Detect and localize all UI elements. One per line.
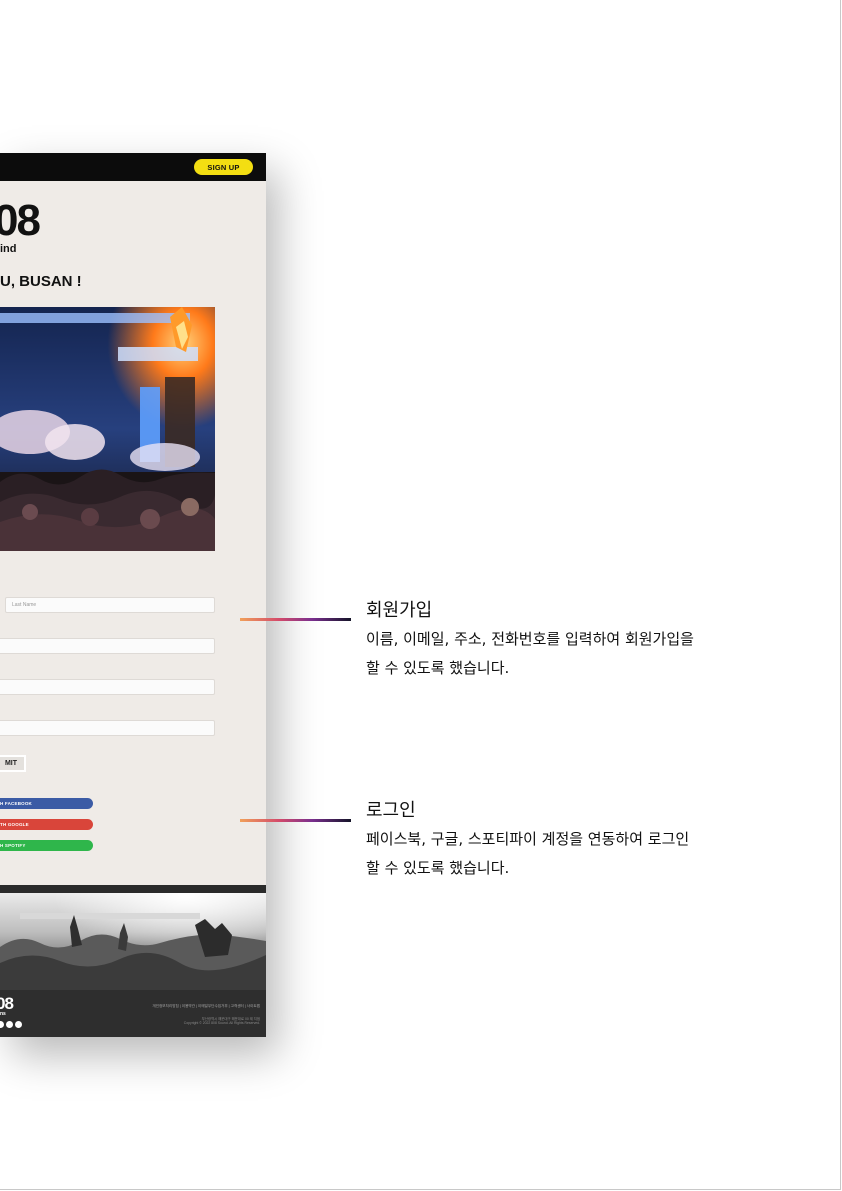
signup-annotation-title: 회원가입 — [366, 600, 433, 621]
facebook-icon[interactable] — [0, 1021, 4, 1028]
login-description-line2: 할 수 있도록 했습니다. — [366, 859, 510, 877]
submit-button[interactable]: MIT — [0, 755, 26, 772]
site-footer: 08 ns 개인정보처리방침 | 이용약관 | 이메일무단수집거부 | 고객센터… — [0, 990, 266, 1037]
login-description-line1: 페이스북, 구글, 스포티파이 계정을 연동하여 로그인 — [366, 830, 690, 848]
twitter-icon[interactable] — [6, 1021, 13, 1028]
site-logo: 08 — [0, 196, 41, 245]
concert-hero-image — [0, 307, 215, 551]
last-name-input[interactable]: Last Name — [5, 597, 215, 613]
login-connector-line — [240, 819, 351, 822]
facebook-login-button[interactable]: H FACEBOOK — [0, 798, 93, 809]
signup-connector-line — [240, 618, 351, 621]
page-headline: U, BUSAN ! — [0, 273, 82, 290]
footer-links[interactable]: 개인정보처리방침 | 이용약관 | 이메일무단수집거부 | 고객센터 | 사이트… — [152, 1004, 260, 1009]
footer-copyright: Copyright © 2022 808 Sound. All Rights R… — [183, 1021, 260, 1025]
sign-up-button[interactable]: SIGN UP — [194, 159, 253, 175]
address-input[interactable] — [0, 679, 215, 695]
google-login-button[interactable]: TH GOOGLE — [0, 819, 93, 830]
phone-input[interactable] — [0, 720, 215, 736]
footer-logo-sub: ns — [0, 1011, 6, 1017]
signup-description-line2: 할 수 있도록 했습니다. — [366, 659, 510, 677]
login-annotation-description: 페이스북, 구글, 스포티파이 계정을 연동하여 로그인 할 수 있도록 했습니… — [366, 825, 796, 883]
crowd-footer-image — [0, 885, 266, 990]
login-annotation-title: 로그인 — [366, 800, 416, 821]
site-logo-sub: ind — [0, 243, 17, 255]
email-input[interactable] — [0, 638, 215, 654]
spotify-login-button[interactable]: H SPOTIFY — [0, 840, 93, 851]
signup-description-line1: 이름, 이메일, 주소, 전화번호를 입력하여 회원가입을 — [366, 630, 694, 648]
signup-annotation-description: 이름, 이메일, 주소, 전화번호를 입력하여 회원가입을 할 수 있도록 했습… — [366, 625, 796, 683]
website-mockup: SIGN UP 08 ind U, BUSAN ! Last Name MIT … — [0, 153, 266, 1037]
top-nav-bar: SIGN UP — [0, 153, 266, 181]
youtube-icon[interactable] — [15, 1021, 22, 1028]
footer-social-icons — [0, 1021, 22, 1028]
